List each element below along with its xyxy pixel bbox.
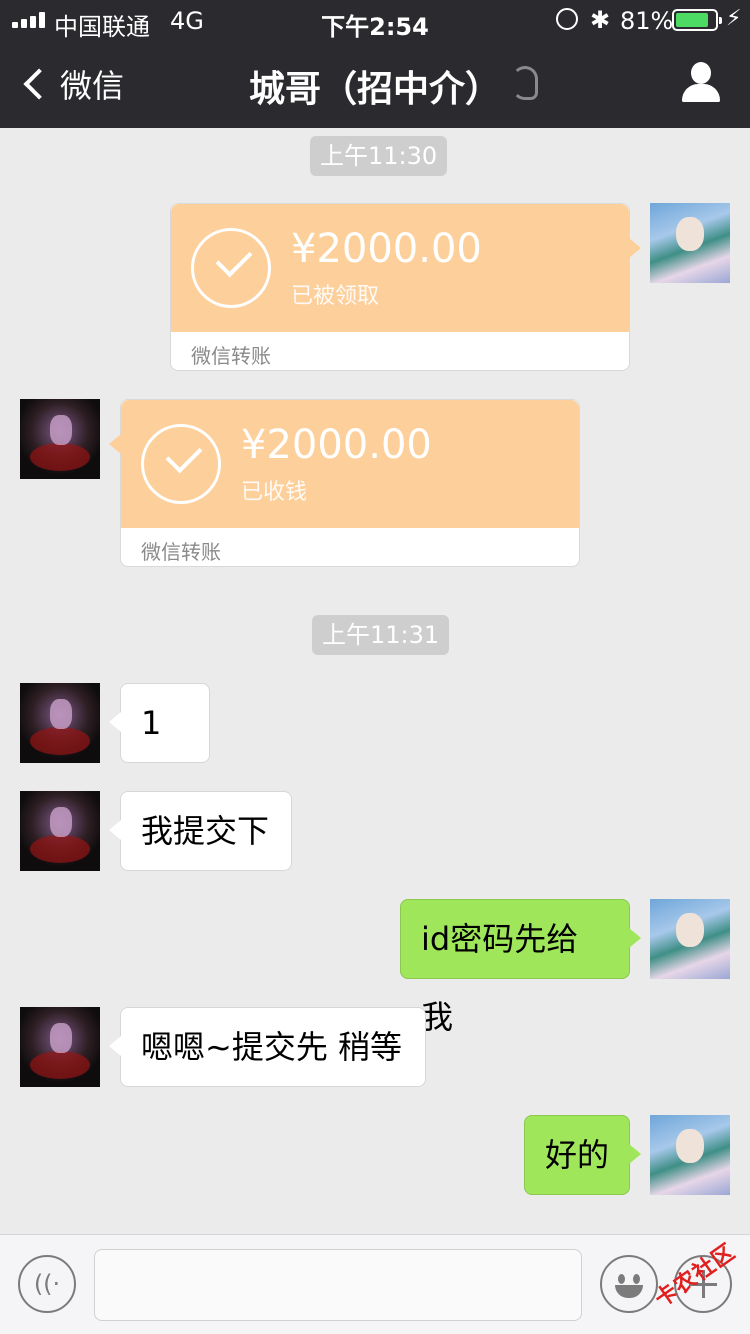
avatar-self[interactable] bbox=[650, 1115, 730, 1195]
voice-button[interactable]: ((· bbox=[18, 1255, 76, 1313]
transfer-amount: ¥2000.00 bbox=[241, 422, 432, 468]
chat-title: 城哥（招中介） bbox=[248, 69, 501, 110]
message-outgoing[interactable]: id密码先给我 bbox=[400, 899, 641, 1036]
timestamp: 上午11:31 bbox=[312, 615, 450, 655]
transfer-status: 已收钱 bbox=[241, 480, 308, 505]
top-bar: 中国联通 4G 下午2:54 ✱ 81% ⚡ 微信 城哥（招中介） bbox=[0, 0, 750, 128]
transfer-amount: ¥2000.00 bbox=[291, 226, 482, 272]
transfer-card-incoming[interactable]: ¥2000.00 已收钱 微信转账 bbox=[109, 399, 580, 567]
message-incoming[interactable]: 嗯嗯~提交先 稍等 bbox=[109, 1007, 426, 1087]
charging-icon: ⚡ bbox=[726, 6, 742, 31]
emoji-button[interactable] bbox=[600, 1255, 658, 1313]
avatar-contact[interactable] bbox=[20, 791, 100, 871]
input-bar: ((· bbox=[0, 1234, 750, 1334]
transfer-status: 已被领取 bbox=[291, 284, 380, 309]
check-circle-icon bbox=[191, 228, 271, 308]
chat-info-button[interactable] bbox=[680, 62, 722, 104]
message-incoming[interactable]: 我提交下 bbox=[109, 791, 292, 871]
timestamp: 上午11:30 bbox=[310, 136, 448, 176]
message-outgoing[interactable]: 好的 bbox=[524, 1115, 641, 1195]
transfer-label: 微信转账 bbox=[191, 344, 271, 368]
profile-icon bbox=[691, 62, 711, 84]
avatar-contact[interactable] bbox=[20, 399, 100, 479]
rotation-lock-icon bbox=[556, 8, 578, 30]
voice-icon: ((· bbox=[33, 1270, 61, 1298]
message-incoming[interactable]: 1 bbox=[109, 683, 210, 763]
transfer-label: 微信转账 bbox=[141, 540, 221, 564]
message-input[interactable] bbox=[94, 1249, 582, 1321]
transfer-card-outgoing[interactable]: ¥2000.00 已被领取 微信转账 bbox=[170, 203, 641, 371]
ear-icon bbox=[512, 66, 538, 100]
battery-percent: 81% bbox=[620, 7, 674, 35]
avatar-contact[interactable] bbox=[20, 683, 100, 763]
check-circle-icon bbox=[141, 424, 221, 504]
avatar-self[interactable] bbox=[650, 203, 730, 283]
avatar-self[interactable] bbox=[650, 899, 730, 979]
avatar-contact[interactable] bbox=[20, 1007, 100, 1087]
battery-icon bbox=[672, 9, 722, 31]
status-bar: 中国联通 4G 下午2:54 ✱ 81% ⚡ bbox=[0, 0, 750, 41]
bluetooth-icon: ✱ bbox=[590, 6, 611, 34]
